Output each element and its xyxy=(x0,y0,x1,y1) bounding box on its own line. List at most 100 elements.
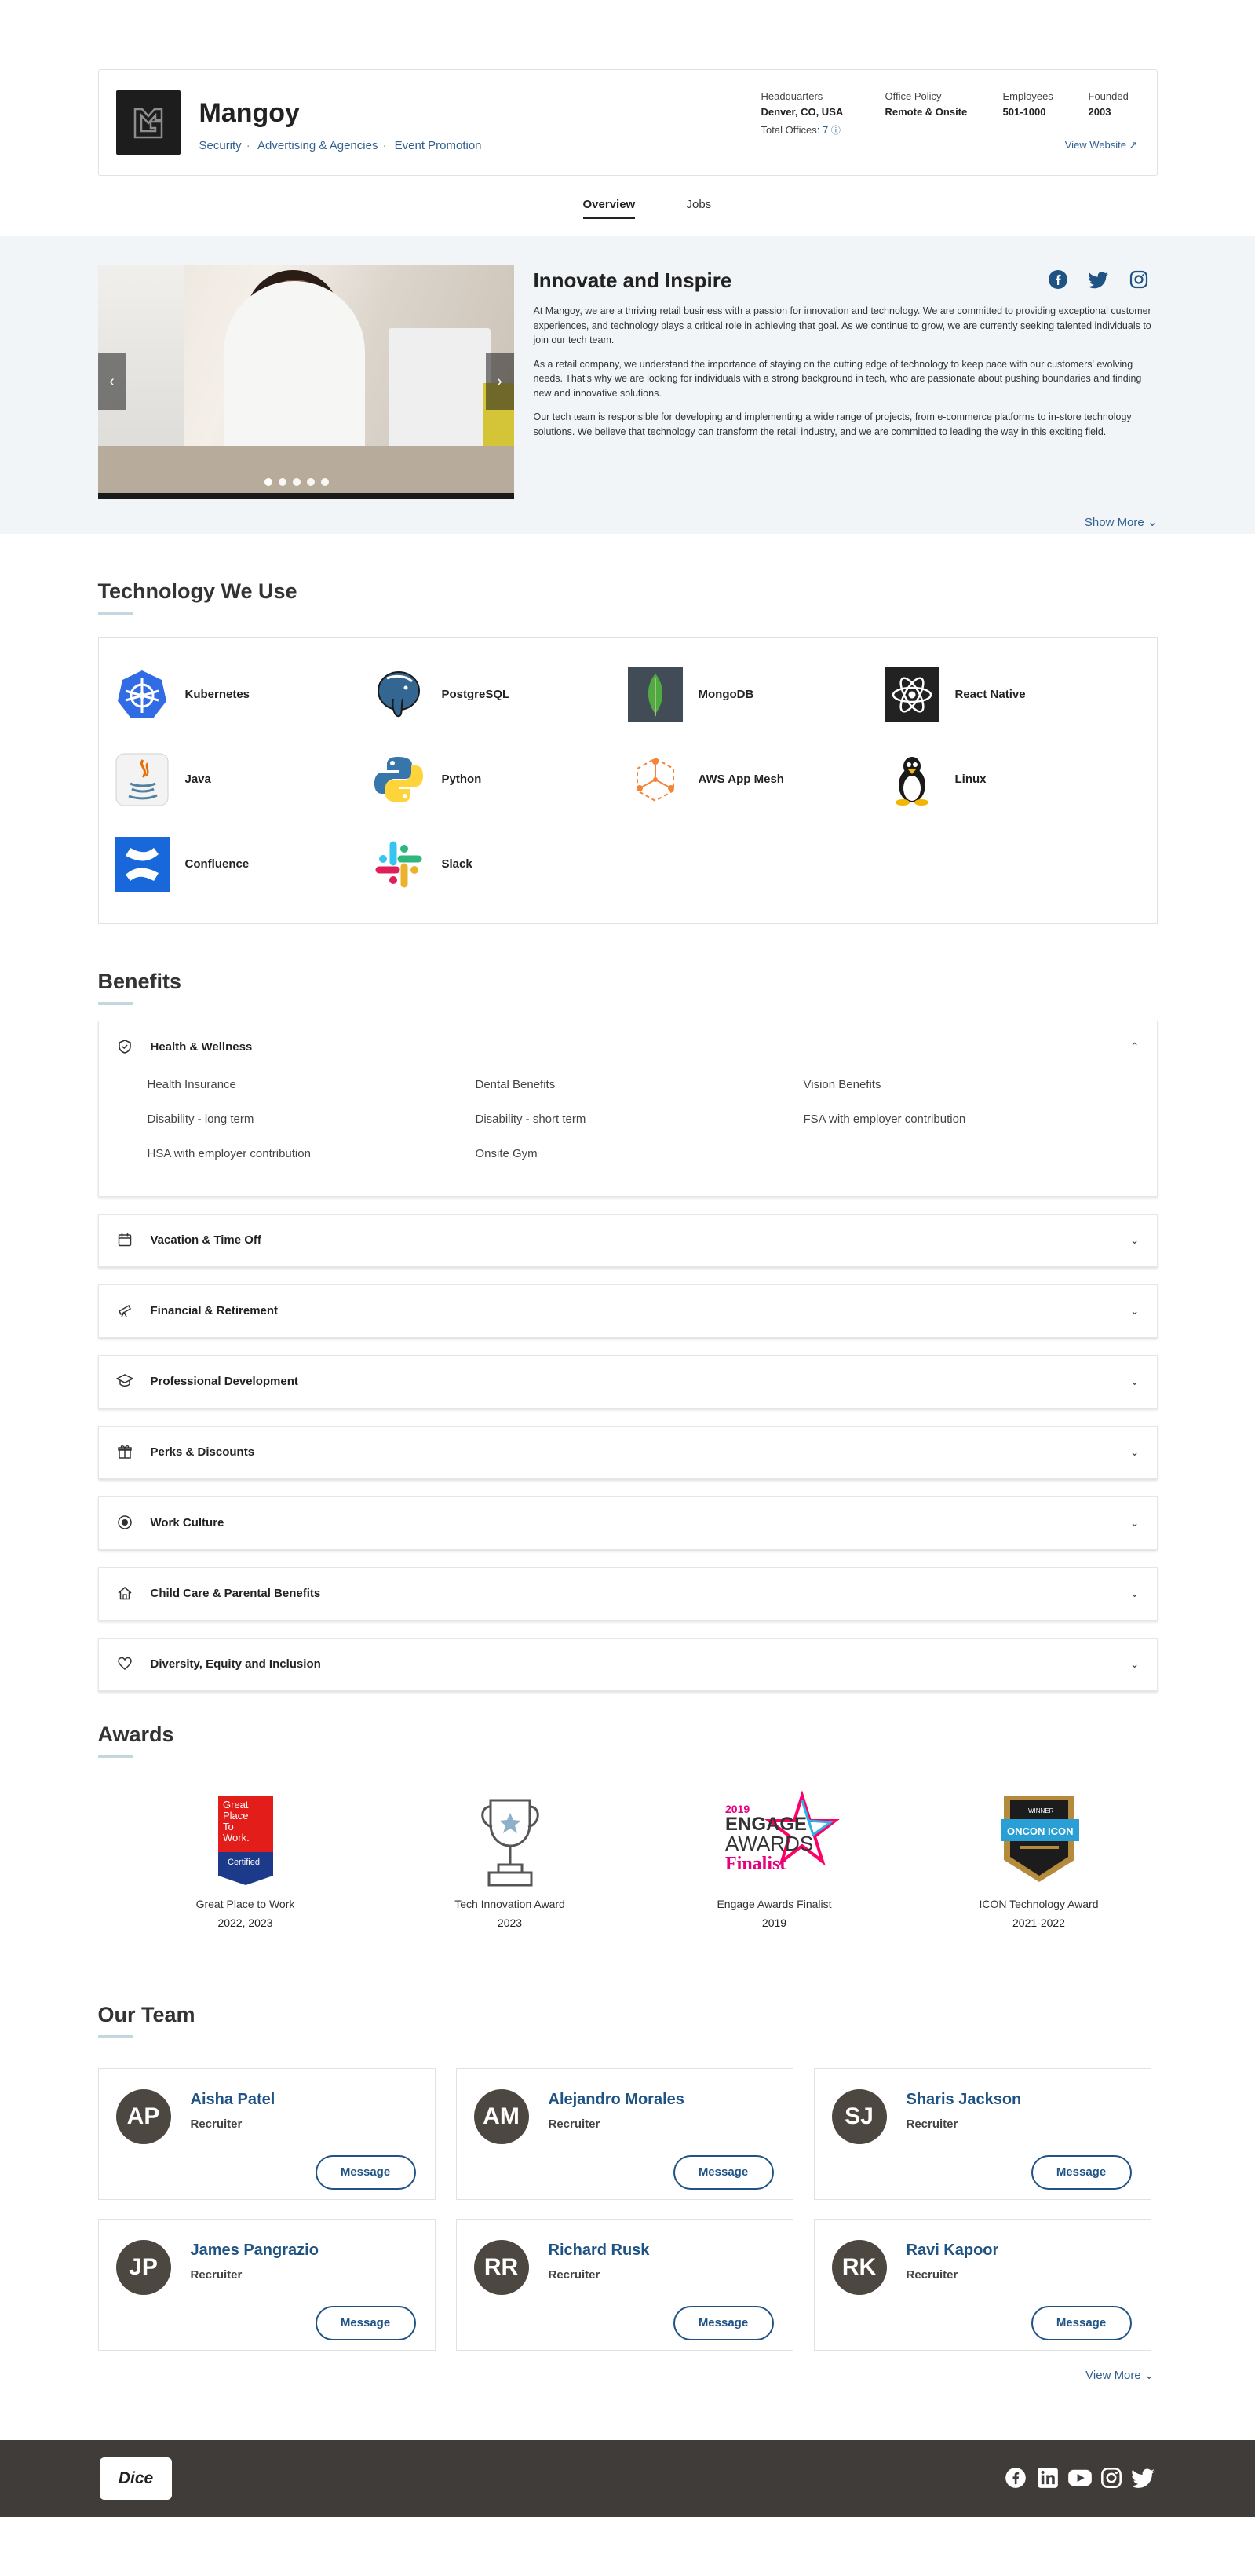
tech-name: MongoDB xyxy=(698,688,754,701)
footer: Dice xyxy=(0,2440,1255,2517)
postgresql-icon xyxy=(371,667,426,722)
message-button[interactable]: Message xyxy=(315,2306,416,2340)
carousel-dot[interactable] xyxy=(264,478,272,486)
chevron-left-icon: ‹ xyxy=(109,373,115,390)
title-underline xyxy=(97,2035,133,2038)
awards-section-title: Awards xyxy=(97,1723,174,1746)
tech-item-linux: Linux xyxy=(885,752,1136,807)
show-more-button[interactable]: Show More ⌄ xyxy=(1085,515,1158,529)
award-year: 2022, 2023 xyxy=(217,1916,273,1929)
carousel-dot[interactable] xyxy=(292,478,301,486)
message-button[interactable]: Message xyxy=(673,2306,774,2340)
message-button[interactable]: Message xyxy=(673,2155,774,2190)
benefit-group-perks[interactable]: Perks & Discounts ⌄ xyxy=(97,1426,1158,1479)
image-carousel[interactable]: ‹ › xyxy=(97,265,514,499)
team-member-card: AP Aisha Patel Recruiter Message xyxy=(97,2068,436,2200)
tag-security[interactable]: Security xyxy=(199,139,242,152)
aws-app-mesh-icon xyxy=(628,752,683,807)
tech-name: PostgreSQL xyxy=(441,688,510,701)
instagram-icon[interactable] xyxy=(1129,270,1148,294)
team-member-card: JP James Pangrazio Recruiter Message xyxy=(97,2219,436,2351)
benefit-items: Health Insurance Dental Benefits Vision … xyxy=(99,1073,1157,1196)
message-button[interactable]: Message xyxy=(1031,2155,1132,2190)
twitter-icon[interactable] xyxy=(1088,272,1109,294)
mongodb-icon xyxy=(627,667,683,722)
benefit-title: Perks & Discounts xyxy=(150,1445,255,1459)
member-name[interactable]: Sharis Jackson xyxy=(907,2091,1022,2109)
benefit-item: Health Insurance xyxy=(147,1078,236,1091)
team-member-card: RK Ravi Kapoor Recruiter Message xyxy=(813,2219,1151,2351)
member-role: Recruiter xyxy=(190,2268,243,2282)
tag-event-promotion[interactable]: Event Promotion xyxy=(395,139,482,152)
member-name[interactable]: Aisha Patel xyxy=(191,2091,275,2109)
title-underline xyxy=(97,1755,133,1758)
benefit-group-financial[interactable]: Financial & Retirement ⌄ xyxy=(97,1284,1158,1338)
tab-overview[interactable]: Overview xyxy=(582,198,636,219)
chevron-up-icon[interactable]: ⌃ xyxy=(1130,1040,1140,1054)
tech-name: AWS App Mesh xyxy=(698,773,784,786)
message-button[interactable]: Message xyxy=(1031,2306,1132,2340)
tech-name: React Native xyxy=(954,688,1026,701)
total-offices-link[interactable]: 7 xyxy=(823,124,828,136)
member-name[interactable]: Ravi Kapoor xyxy=(907,2242,999,2260)
carousel-next-button[interactable]: › xyxy=(485,353,514,410)
icon-award-badge: WINNER ONCON ICON xyxy=(972,1789,1106,1891)
tech-name: Java xyxy=(184,773,211,786)
about-band: ‹ › Innovate and Inspire At Mangoy, we a… xyxy=(0,236,1255,534)
message-button[interactable]: Message xyxy=(315,2155,416,2190)
benefit-group-diversity[interactable]: Diversity, Equity and Inclusion ⌄ xyxy=(97,1638,1158,1691)
about-paragraph: As a retail company, we understand the i… xyxy=(533,358,1142,399)
tech-name: Slack xyxy=(441,857,472,871)
tab-jobs[interactable]: Jobs xyxy=(687,198,712,211)
benefit-group-work-culture[interactable]: Work Culture ⌄ xyxy=(97,1496,1158,1550)
facebook-icon[interactable] xyxy=(1004,2467,1027,2490)
heart-icon xyxy=(116,1656,133,1673)
info-icon[interactable]: ⓘ xyxy=(831,125,841,136)
tech-item-react-native: React Native xyxy=(884,667,1136,722)
benefit-header[interactable]: Health & Wellness ⌃ xyxy=(99,1021,1157,1073)
benefit-item: Onsite Gym xyxy=(475,1147,538,1160)
facebook-icon[interactable] xyxy=(1048,270,1067,294)
company-facts: Headquarters Denver, CO, USA Total Offic… xyxy=(761,90,1138,145)
instagram-icon[interactable] xyxy=(1100,2467,1123,2490)
tech-name: Kubernetes xyxy=(184,688,250,701)
benefit-group-professional-development[interactable]: Professional Development ⌄ xyxy=(97,1355,1158,1409)
award-year: 2021-2022 xyxy=(1012,1916,1065,1929)
title-underline xyxy=(97,1002,133,1005)
carousel-dot[interactable] xyxy=(306,478,315,486)
awards-list: Great Place To Work. Certified Great Pla… xyxy=(98,1789,1158,1962)
avatar: JP xyxy=(115,2240,171,2295)
svg-text:Certified: Certified xyxy=(228,1858,260,1867)
carousel-prev-button[interactable]: ‹ xyxy=(97,353,126,410)
about-paragraph: Our tech team is responsible for develop… xyxy=(533,411,1132,437)
youtube-icon[interactable] xyxy=(1067,2467,1092,2490)
team-member-card: AM Alejandro Morales Recruiter Message xyxy=(455,2068,793,2200)
benefit-group-child-care[interactable]: Child Care & Parental Benefits ⌄ xyxy=(97,1567,1158,1621)
twitter-icon[interactable] xyxy=(1131,2468,1155,2492)
view-website-link[interactable]: View Website ↗ xyxy=(1065,139,1138,152)
dice-logo[interactable]: Dice xyxy=(100,2457,172,2500)
carousel-dots xyxy=(264,476,335,490)
member-name[interactable]: Richard Rusk xyxy=(549,2242,650,2260)
carousel-dot[interactable] xyxy=(278,478,286,486)
award-year: 2019 xyxy=(761,1916,787,1929)
carousel-dot[interactable] xyxy=(320,478,329,486)
view-more-team-button[interactable]: View More ⌄ xyxy=(1085,2368,1154,2382)
benefit-item: HSA with employer contribution xyxy=(147,1147,311,1160)
gift-icon xyxy=(116,1444,133,1461)
svg-text:Finalist: Finalist xyxy=(725,1854,786,1874)
linkedin-icon[interactable] xyxy=(1036,2467,1060,2490)
benefit-group-vacation[interactable]: Vacation & Time Off ⌄ xyxy=(97,1214,1158,1267)
benefit-title: Health & Wellness xyxy=(150,1040,253,1054)
benefit-item: Disability - short term xyxy=(475,1113,586,1126)
tag-advertising[interactable]: Advertising & Agencies xyxy=(257,139,378,152)
company-header-card: Mangoy Security · Advertising & Agencies ·… xyxy=(97,69,1158,176)
tech-card: Kubernetes PostgreSQL MongoDB React Nati… xyxy=(97,637,1158,924)
tech-name: Confluence xyxy=(184,857,250,871)
member-role: Recruiter xyxy=(548,2117,600,2131)
member-name[interactable]: James Pangrazio xyxy=(191,2242,319,2260)
office-photo xyxy=(97,265,514,493)
member-name[interactable]: Alejandro Morales xyxy=(549,2091,684,2109)
svg-text:To: To xyxy=(223,1821,234,1832)
external-link-icon: ↗ xyxy=(1129,139,1138,151)
